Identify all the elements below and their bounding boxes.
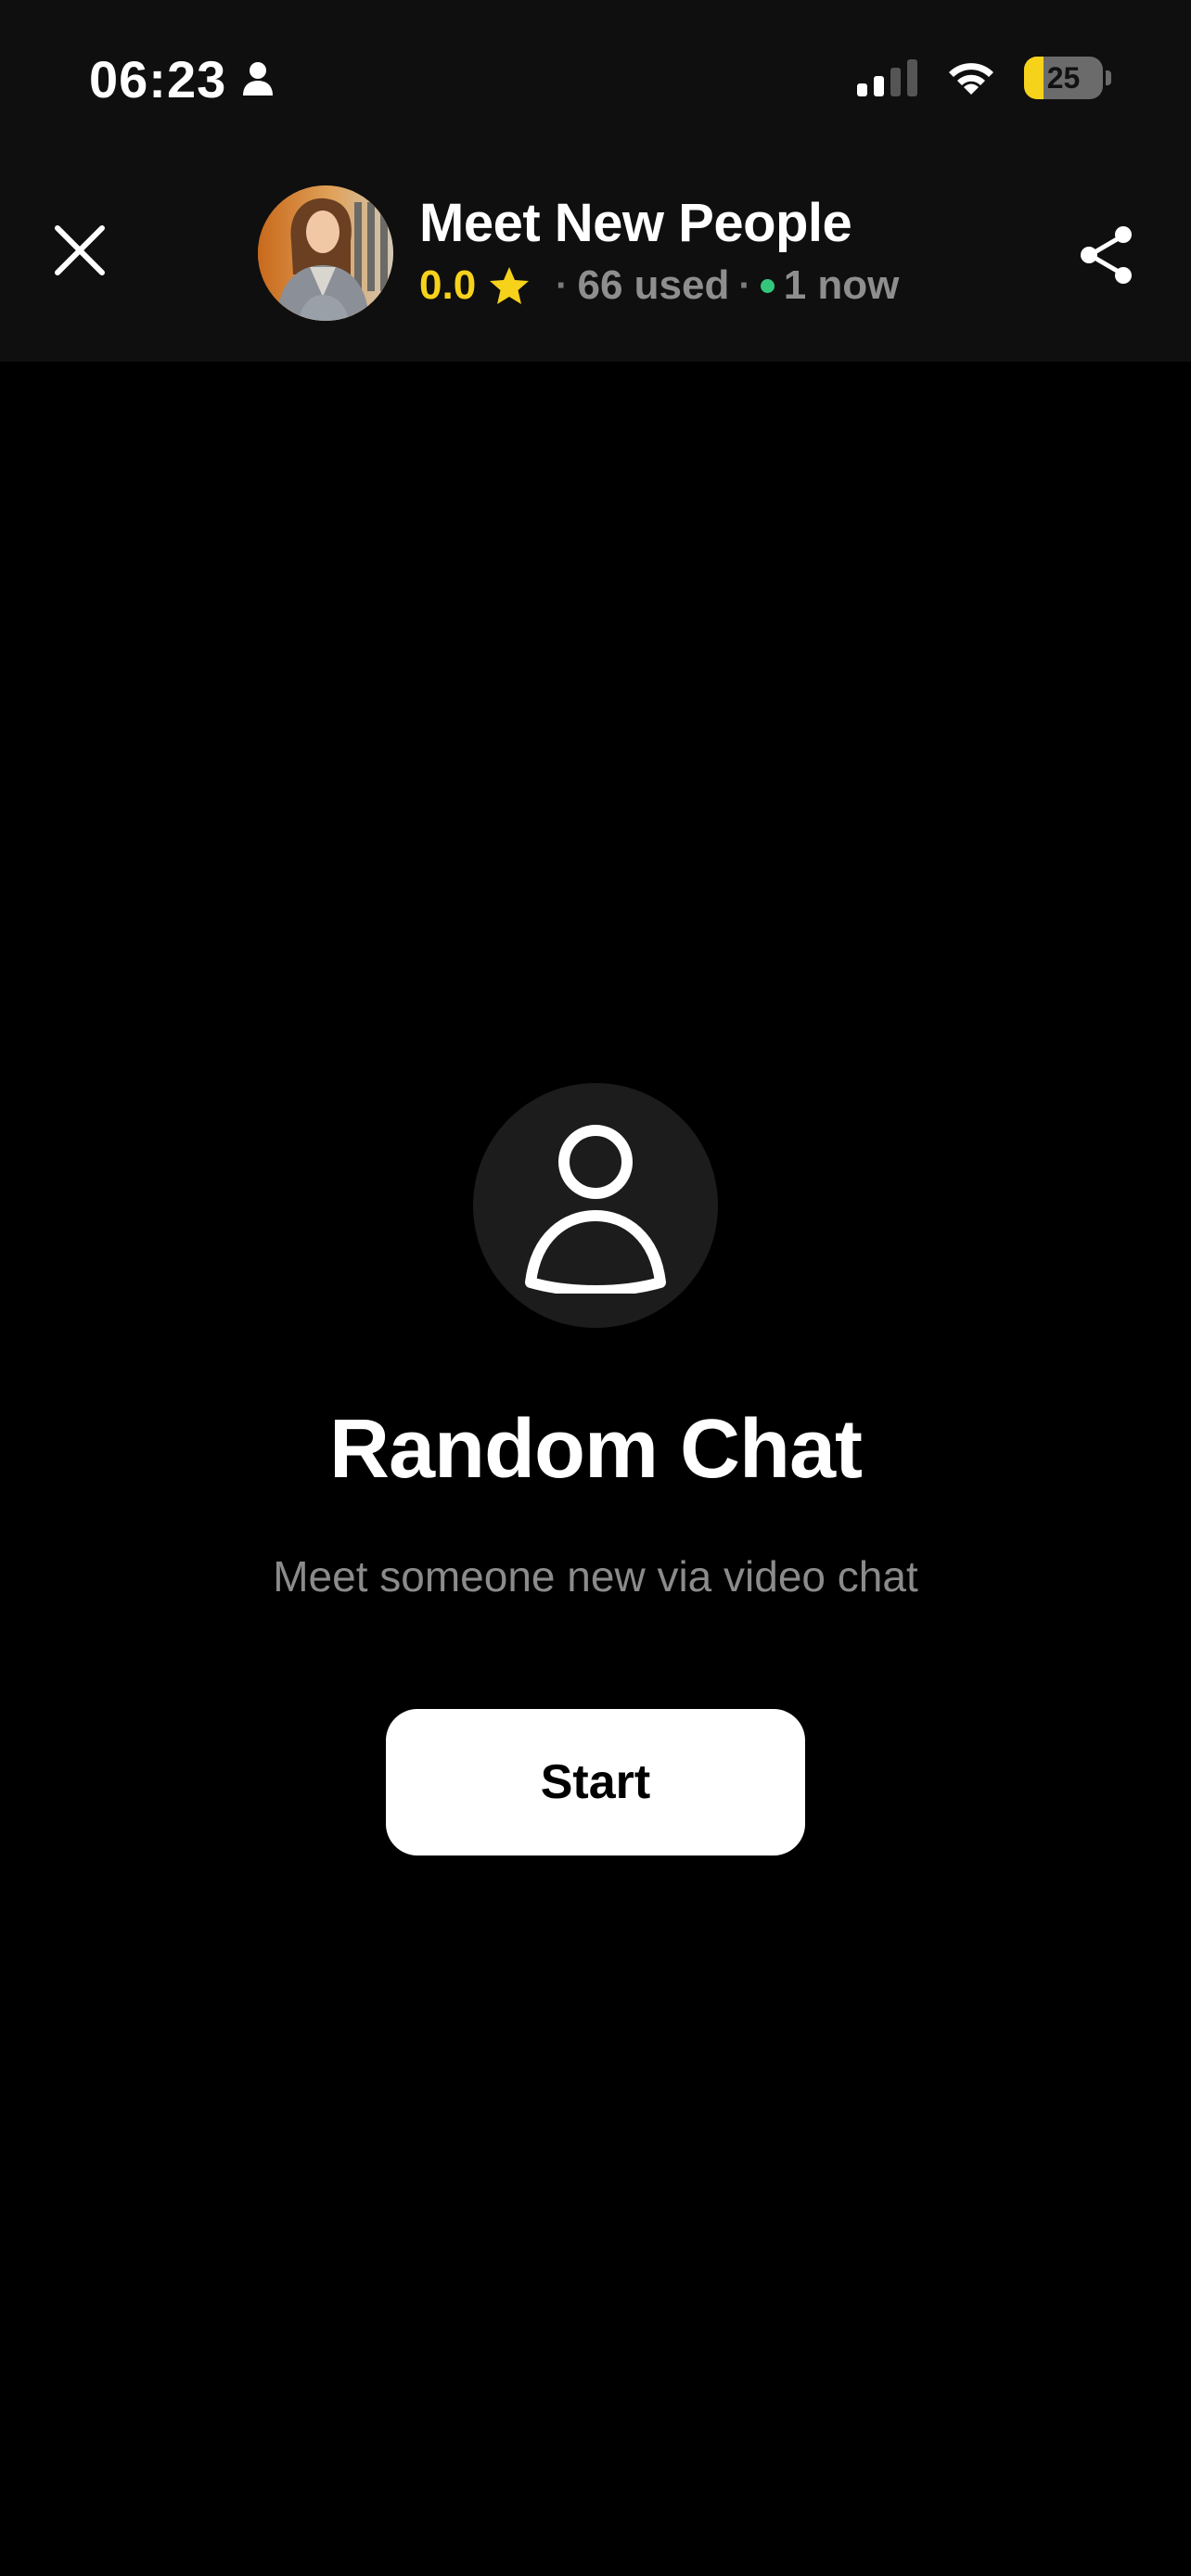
rating-value: 0.0 — [419, 262, 477, 308]
usage-count: 66 used — [577, 262, 730, 308]
title-block: Meet New People 0.0 · 66 used · 1 now — [419, 191, 899, 312]
close-button[interactable] — [43, 213, 117, 287]
online-dot — [760, 278, 775, 293]
status-time: 06:23 — [89, 49, 227, 108]
page-title: Meet New People — [419, 193, 852, 253]
share-button[interactable] — [1065, 213, 1148, 297]
meta-separator: · — [738, 265, 751, 306]
avatar-placeholder — [473, 1083, 718, 1328]
top-chrome: 06:23 25 Meet New People 0.0 · 66 used ·… — [0, 0, 1191, 362]
close-icon — [55, 225, 105, 275]
section-subtitle: Meet someone new via video chat — [273, 1552, 918, 1600]
online-count: 1 now — [783, 262, 900, 308]
section-heading: Random Chat — [329, 1403, 863, 1496]
app-header: Meet New People 0.0 · 66 used · 1 now — [0, 176, 1191, 334]
battery-level: 25 — [1046, 60, 1081, 95]
avatar[interactable] — [258, 185, 393, 321]
signal-icon — [857, 57, 918, 98]
header-meta: 0.0 · 66 used · 1 now — [419, 260, 899, 312]
meta-separator: · — [556, 265, 569, 306]
status-time-group: 06:23 — [89, 48, 275, 109]
star-icon — [489, 266, 530, 305]
battery-icon: 25 — [1024, 57, 1111, 99]
person-icon — [525, 1125, 666, 1294]
status-bar: 06:23 25 — [0, 0, 1191, 158]
share-icon — [1081, 226, 1132, 284]
wifi-icon — [944, 57, 998, 98]
start-button[interactable]: Start — [386, 1709, 805, 1855]
person-icon — [241, 60, 275, 97]
status-right-group: 25 — [857, 54, 1111, 102]
